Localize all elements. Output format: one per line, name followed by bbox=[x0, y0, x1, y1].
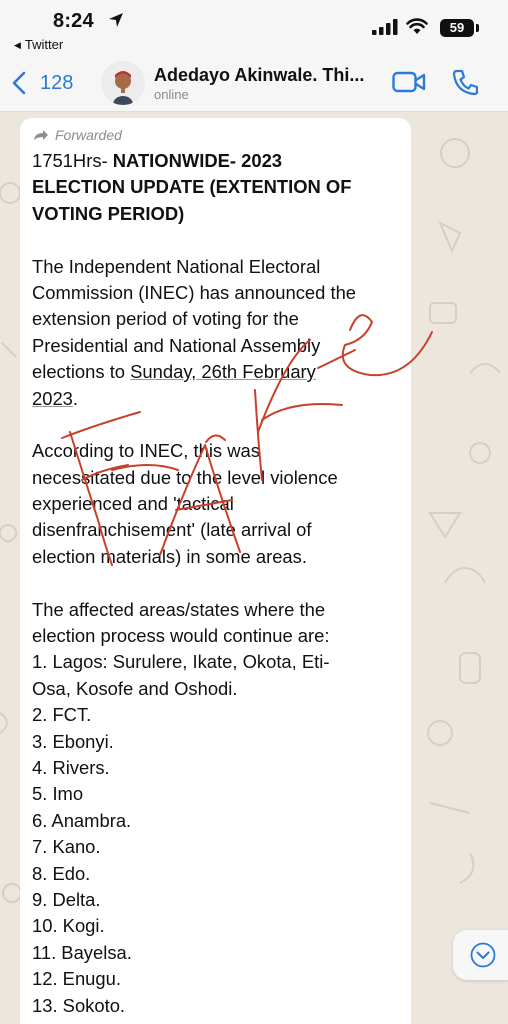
paragraph-line: 2023. bbox=[32, 386, 402, 412]
list-item: 10. Kogi. bbox=[32, 915, 105, 937]
wifi-icon bbox=[406, 18, 428, 34]
title-line: ELECTION UPDATE (EXTENTION OF bbox=[32, 176, 352, 198]
list-item: 13. Sokoto. bbox=[32, 994, 126, 1016]
paragraph-text: . bbox=[72, 387, 79, 409]
phone-call-icon[interactable] bbox=[452, 68, 478, 96]
title-line: 1751Hrs- NATIONWIDE- 2023 bbox=[32, 148, 402, 174]
list-item: 9. Delta. bbox=[32, 888, 101, 910]
paragraph-line: Presidential and National Assembly bbox=[32, 334, 321, 356]
location-arrow-icon bbox=[109, 13, 123, 27]
paragraph-line: elections to Sunday, 26th February bbox=[32, 359, 402, 385]
forwarded-label: Forwarded bbox=[55, 127, 122, 143]
date-link-year[interactable]: 2023 bbox=[32, 388, 73, 409]
date-link[interactable]: Sunday, 26th February bbox=[130, 361, 316, 382]
contact-avatar[interactable] bbox=[101, 61, 145, 105]
list-item: 6. Anambra. bbox=[32, 809, 132, 831]
chat-header: 128 Adedayo Akinwale. Thi... online bbox=[0, 56, 508, 112]
back-app-label: Twitter bbox=[24, 37, 64, 52]
title-timestamp: 1751Hrs- bbox=[32, 150, 113, 171]
unread-count: 128 bbox=[40, 71, 74, 94]
list-item: 11. Bayelsa. bbox=[32, 941, 132, 963]
battery-indicator: 59 bbox=[440, 19, 474, 37]
back-to-app-link[interactable]: ◀ Twitter bbox=[14, 37, 63, 52]
forward-arrow-icon bbox=[34, 130, 48, 140]
forwarded-indicator: Forwarded bbox=[33, 127, 122, 143]
paragraph-line: experienced and 'tactical bbox=[32, 493, 234, 515]
paragraph-line: election process would continue are: bbox=[32, 625, 330, 647]
back-triangle-icon: ◀ bbox=[14, 40, 21, 50]
message-text: 1751Hrs- NATIONWIDE- 2023 ELECTION UPDAT… bbox=[32, 148, 402, 1019]
status-bar: 8:24 ◀ Twitter 59 bbox=[0, 0, 508, 56]
paragraph-line: The affected areas/states where the bbox=[32, 598, 326, 620]
battery-tip bbox=[476, 24, 479, 32]
chevron-left-icon bbox=[12, 71, 26, 95]
paragraph-line: extension period of voting for the bbox=[32, 308, 299, 330]
contact-status: online bbox=[154, 87, 189, 102]
paragraph-line: necessitated due to the level violence bbox=[32, 466, 338, 488]
cellular-signal-icon bbox=[372, 19, 398, 35]
list-item: 4. Rivers. bbox=[32, 756, 110, 778]
paragraph-line: The Independent National Electoral bbox=[32, 255, 321, 277]
paragraph-line: election materials) in some areas. bbox=[32, 545, 307, 567]
paragraph-text: elections to bbox=[32, 361, 131, 383]
avatar-illustration bbox=[101, 61, 145, 105]
back-button[interactable]: 128 bbox=[12, 68, 73, 98]
paragraph-line: Commission (INEC) has announced the bbox=[32, 281, 357, 303]
list-item: 8. Edo. bbox=[32, 862, 91, 884]
scroll-to-bottom-button[interactable] bbox=[453, 930, 508, 980]
status-time: 8:24 bbox=[53, 10, 94, 32]
list-item: 2. FCT. bbox=[32, 704, 92, 726]
list-item: 3. Ebonyi. bbox=[32, 730, 114, 752]
video-call-icon[interactable] bbox=[392, 70, 426, 94]
list-item: 12. Enugu. bbox=[32, 968, 121, 990]
title-bold: NATIONWIDE- 2023 bbox=[112, 150, 283, 171]
paragraph-line: According to INEC, this was bbox=[32, 440, 260, 462]
chevron-down-icon bbox=[470, 942, 496, 968]
contact-name[interactable]: Adedayo Akinwale. Thi... bbox=[154, 65, 384, 86]
list-item: 7. Kano. bbox=[32, 836, 101, 858]
title-line: VOTING PERIOD) bbox=[32, 202, 185, 224]
list-item: Osa, Kosofe and Oshodi. bbox=[32, 677, 238, 699]
list-item: 5. Imo bbox=[32, 783, 84, 805]
list-item: 1. Lagos: Surulere, Ikate, Okota, Eti- bbox=[32, 651, 330, 673]
paragraph-line: disenfranchisement' (late arrival of bbox=[32, 519, 312, 541]
